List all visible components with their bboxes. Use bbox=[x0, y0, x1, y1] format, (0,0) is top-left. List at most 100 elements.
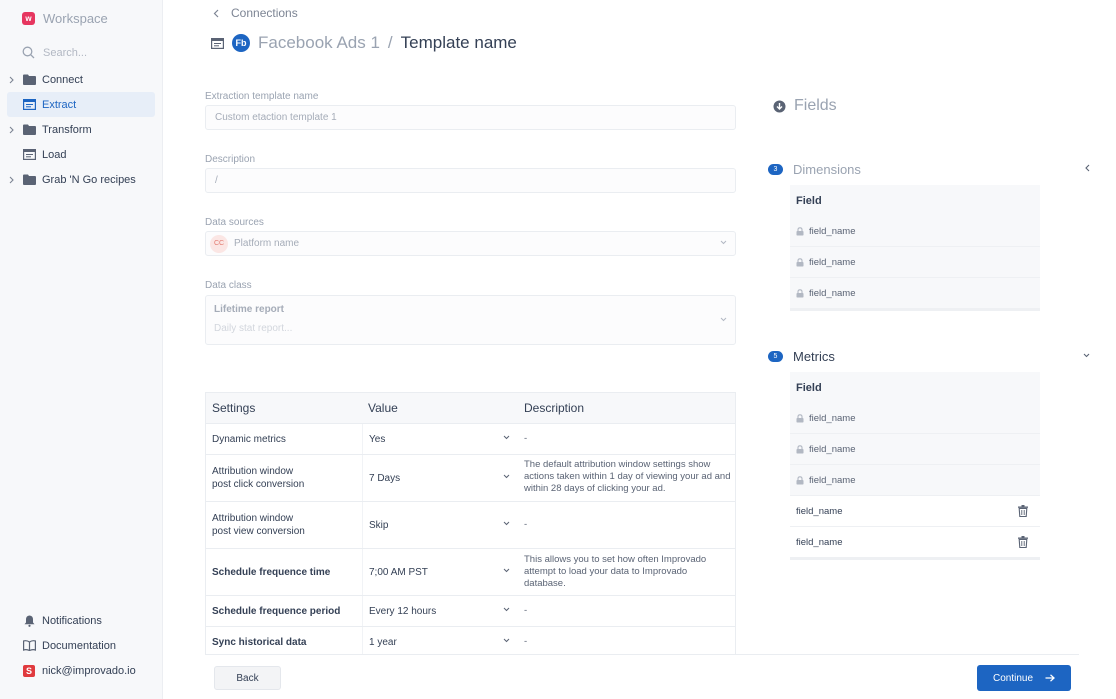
table-divider bbox=[790, 309, 1040, 311]
table-icon bbox=[22, 149, 36, 161]
setting-value: 7 Days bbox=[369, 472, 401, 484]
chevron-right-icon[interactable] bbox=[7, 75, 16, 84]
trash-icon[interactable] bbox=[1018, 505, 1028, 520]
sidebar-item-label: Documentation bbox=[42, 639, 116, 652]
chevron-down-icon bbox=[503, 435, 510, 440]
sidebar-item-label: Extract bbox=[42, 98, 77, 111]
setting-value-select[interactable]: Every 12 hours bbox=[362, 596, 518, 626]
template-name-value: Custom etaction template 1 bbox=[215, 112, 337, 123]
chevron-down-icon bbox=[503, 521, 510, 526]
chevron-right-icon[interactable] bbox=[7, 175, 16, 184]
setting-value-select[interactable]: 1 year bbox=[362, 627, 518, 654]
chevron-right-icon[interactable] bbox=[7, 125, 16, 134]
data-class-label: Data class bbox=[205, 280, 252, 291]
book-icon bbox=[22, 640, 36, 652]
sidebar-item-grab-n-go[interactable]: Grab 'N Go recipes bbox=[0, 167, 163, 192]
fields-title: Fields bbox=[794, 97, 837, 114]
account-email: nick@improvado.io bbox=[42, 664, 136, 677]
dimensions-table: Field field_name field_name field_name bbox=[790, 185, 1040, 311]
bell-icon bbox=[22, 615, 36, 627]
description-value: / bbox=[215, 175, 218, 186]
sidebar-item-extract[interactable]: Extract bbox=[7, 92, 155, 117]
lock-icon bbox=[796, 257, 804, 267]
setting-description: - bbox=[524, 433, 528, 444]
chevron-down-icon bbox=[720, 240, 727, 245]
setting-description: - bbox=[524, 636, 528, 647]
setting-description: - bbox=[524, 519, 528, 530]
search-input[interactable]: Search... bbox=[43, 47, 87, 59]
table-row: field_name bbox=[790, 247, 1040, 278]
sidebar-item-connect[interactable]: Connect bbox=[0, 67, 163, 92]
sidebar-item-account[interactable]: S nick@improvado.io bbox=[0, 658, 163, 683]
setting-value-select[interactable]: 7;00 AM PST bbox=[362, 549, 518, 595]
folder-icon bbox=[22, 74, 36, 86]
metrics-title: Metrics bbox=[793, 349, 835, 364]
sidebar-item-label: Grab 'N Go recipes bbox=[42, 173, 136, 186]
template-name-label: Extraction template name bbox=[205, 91, 319, 102]
data-sources-label: Data sources bbox=[205, 217, 264, 228]
metrics-count-badge: 5 bbox=[768, 351, 783, 362]
sidebar-item-transform[interactable]: Transform bbox=[0, 117, 163, 142]
workspace-name: Workspace bbox=[43, 11, 108, 26]
setting-value-select[interactable]: Skip bbox=[362, 502, 518, 548]
platform-badge: CC bbox=[210, 234, 228, 253]
continue-button-label: Continue bbox=[992, 672, 1034, 684]
setting-value-select[interactable]: 7 Days bbox=[362, 455, 518, 501]
table-row: field_name bbox=[790, 216, 1040, 247]
dimensions-section-header[interactable]: 3 Dimensions bbox=[768, 162, 1090, 177]
data-sources-select[interactable]: CC Platform name bbox=[205, 231, 736, 256]
field-name: field_name bbox=[809, 443, 856, 455]
description-input[interactable]: / bbox=[205, 168, 736, 193]
sidebar-item-notifications[interactable]: Notifications bbox=[0, 608, 163, 633]
sidebar-item-documentation[interactable]: Documentation bbox=[0, 633, 163, 658]
facebook-logo-icon: Fb bbox=[232, 34, 250, 52]
workspace-switcher[interactable]: w Workspace bbox=[22, 11, 108, 26]
download-circle-icon bbox=[773, 100, 786, 112]
sidebar-search[interactable]: Search... bbox=[22, 46, 152, 59]
setting-name: Sync historical data bbox=[212, 636, 307, 648]
chevron-down-icon bbox=[503, 568, 510, 573]
sidebar-bottom: Notifications Documentation S nick@impro… bbox=[0, 608, 163, 683]
continue-button[interactable]: Continue bbox=[977, 665, 1071, 691]
back-to-connections-link[interactable]: Connections bbox=[213, 6, 298, 20]
chevron-down-icon bbox=[503, 607, 510, 612]
metrics-section-header[interactable]: 5 Metrics bbox=[768, 349, 1090, 364]
description-label: Description bbox=[205, 154, 256, 165]
field-name: field_name bbox=[796, 505, 843, 517]
chevron-down-icon bbox=[503, 474, 510, 479]
field-name: field_name bbox=[809, 474, 856, 486]
setting-name: Dynamic metrics bbox=[212, 433, 286, 445]
setting-value-select[interactable]: Yes bbox=[362, 424, 518, 454]
data-class-select[interactable]: Lifetime report Daily stat report... bbox=[205, 295, 736, 345]
setting-description: The default attribution window settings … bbox=[524, 459, 731, 493]
field-name: field_name bbox=[796, 536, 843, 548]
template-name-input[interactable]: Custom etaction template 1 bbox=[205, 105, 736, 130]
back-link-label: Connections bbox=[231, 6, 298, 20]
column-header-description: Description bbox=[524, 401, 585, 415]
page-header: Fb Facebook Ads 1 / Template name bbox=[211, 33, 517, 53]
connector-name[interactable]: Facebook Ads 1 bbox=[258, 33, 380, 53]
trash-icon[interactable] bbox=[1018, 536, 1028, 551]
chevron-down-icon[interactable] bbox=[1083, 353, 1090, 358]
field-name: field_name bbox=[809, 256, 856, 268]
field-name: field_name bbox=[809, 287, 856, 299]
chevron-down-icon bbox=[720, 317, 727, 322]
table-row: Dynamic metrics Yes - bbox=[206, 424, 735, 455]
back-button[interactable]: Back bbox=[214, 666, 281, 690]
table-row: Attribution window post view conversion … bbox=[206, 502, 735, 549]
page-title: Template name bbox=[400, 33, 517, 52]
setting-value: Yes bbox=[369, 433, 386, 445]
avatar: S bbox=[23, 664, 35, 677]
sidebar-item-label: Notifications bbox=[42, 614, 102, 627]
setting-value: 1 year bbox=[369, 636, 397, 648]
fields-panel-header: Fields bbox=[773, 97, 837, 115]
chevron-left-icon[interactable] bbox=[1085, 164, 1090, 172]
setting-description: - bbox=[524, 605, 528, 616]
table-icon bbox=[22, 99, 36, 111]
lock-icon bbox=[796, 226, 804, 236]
settings-table: Settings Value Description Dynamic metri… bbox=[205, 392, 736, 654]
column-header-value: Value bbox=[368, 401, 398, 415]
sidebar-item-label: Load bbox=[42, 148, 67, 161]
sidebar: w Workspace Search... Connect Extract Tr… bbox=[0, 0, 163, 699]
sidebar-item-load[interactable]: Load bbox=[0, 142, 163, 167]
